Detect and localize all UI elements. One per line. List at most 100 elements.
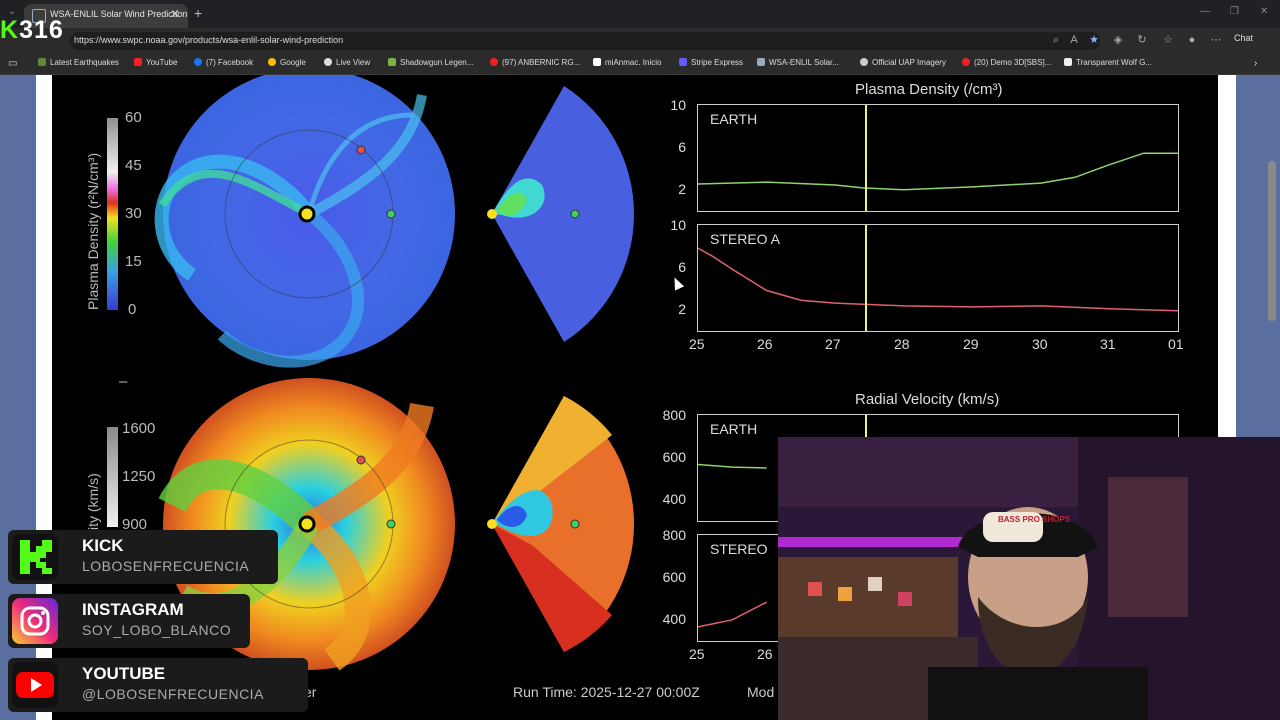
run-time-label: Run Time: 2025-12-27 00:00Z [513, 684, 700, 700]
density-stereo-plot: STEREO A [697, 224, 1179, 332]
bookmark-shadowgun[interactable]: Shadowgun Legen... [388, 58, 473, 67]
refresh-icon[interactable]: ↻ [1134, 32, 1150, 48]
density-cbar-tick: 45 [125, 157, 142, 174]
density-cbar-tick: 0 [128, 301, 137, 318]
earth-marker-velocity-meridional [570, 519, 580, 529]
kick-name: KICK [82, 536, 124, 555]
sun-marker-velocity [298, 515, 316, 533]
cap-logo-text: BASS PRO SHOPS [998, 515, 1071, 524]
bookmark-uap[interactable]: Official UAP Imagery [860, 58, 946, 67]
url-text: https://www.swpc.noaa.gov/products/wsa-e… [74, 35, 344, 45]
bookmarks-overflow-icon[interactable]: › [1254, 58, 1257, 69]
density-colorbar-label: Plasma Density (r²N/cm³) [85, 152, 101, 310]
sun-marker [298, 205, 316, 223]
velocity-ytick: 400 [662, 611, 686, 627]
density-colorbar [107, 118, 118, 310]
density-ytick: 2 [678, 301, 686, 317]
bookmarks-menu-icon[interactable]: ▭ [8, 58, 17, 69]
bookmark-demo-3d[interactable]: (20) Demo 3D[SBS]... [962, 58, 1051, 67]
x-tick: 25 [689, 646, 705, 662]
density-ytick: 2 [678, 181, 686, 197]
density-ytick: 10 [670, 97, 686, 113]
x-tick: 26 [757, 336, 773, 352]
earth-marker-velocity [386, 519, 396, 529]
x-tick: 28 [894, 336, 910, 352]
kick-social-card: KICK LOBOSENFRECUENCIA [8, 530, 278, 584]
favorites-icon[interactable]: ☆ [1160, 32, 1176, 48]
profile-avatar-icon[interactable]: ● [1184, 32, 1200, 48]
instagram-social-card: INSTAGRAM SOY_LOBO_BLANCO [8, 594, 250, 648]
velocity-cbar-tick: 1250 [122, 468, 156, 485]
kick-viewer-count: K316 [0, 16, 64, 44]
kick-logo-icon [12, 534, 58, 580]
density-earth-plot: EARTH [697, 104, 1179, 212]
x-tick: 29 [963, 336, 979, 352]
youtube-logo-icon [12, 662, 58, 708]
copilot-chat-button[interactable]: Chat [1234, 33, 1253, 43]
minimize-icon[interactable]: — [1200, 6, 1210, 17]
close-tab-icon[interactable]: ✕ [170, 7, 180, 21]
velocity-ytick: 400 [662, 491, 686, 507]
bookmark-facebook[interactable]: (7) Facebook [194, 58, 253, 67]
bookmark-transparent-wolf[interactable]: Transparent Wolf G... [1064, 58, 1152, 67]
close-window-icon[interactable]: ✕ [1260, 6, 1268, 17]
earth-marker-meridional [570, 209, 580, 219]
density-ytick: 6 [678, 259, 686, 275]
kick-handle: LOBOSENFRECUENCIA [82, 558, 250, 574]
model-label-cut: Mod [747, 684, 775, 700]
bookmark-wsa-enlil[interactable]: WSA-ENLIL Solar... [757, 58, 839, 67]
page-scrollbar[interactable] [1268, 161, 1276, 321]
stereo-a-label: STEREO A [710, 231, 781, 247]
stereo-a-marker [356, 145, 366, 155]
x-tick: 01 [1168, 336, 1184, 352]
maximize-icon[interactable]: ❐ [1230, 6, 1239, 17]
earth-marker [386, 209, 396, 219]
bookmark-stripe[interactable]: Stripe Express [679, 58, 743, 67]
address-bar: https://www.swpc.noaa.gov/products/wsa-e… [0, 28, 1280, 54]
new-tab-icon[interactable]: + [194, 5, 202, 21]
velocity-ytick: 800 [662, 527, 686, 543]
sun-marker-meridional [487, 209, 497, 219]
x-tick: 27 [825, 336, 841, 352]
zoom-icon[interactable]: ⌕ [1048, 32, 1064, 48]
sun-marker-velocity-meridional [487, 519, 497, 529]
velocity-ytick: 600 [662, 569, 686, 585]
x-tick: 26 [757, 646, 773, 662]
x-tick: 31 [1100, 336, 1116, 352]
velocity-cbar-tick: 1600 [122, 420, 156, 437]
extension-icon[interactable]: ◈ [1110, 32, 1126, 48]
earth-label: EARTH [710, 421, 758, 437]
instagram-logo-icon [12, 598, 58, 644]
read-aloud-icon[interactable]: A [1066, 32, 1082, 48]
velocity-ytick: 600 [662, 449, 686, 465]
bookmark-youtube[interactable]: YouTube [134, 58, 177, 67]
bookmark-live-view[interactable]: Live View [324, 58, 370, 67]
stream-social-overlay: KICK LOBOSENFRECUENCIA INSTAGRAM SOY_LOB… [8, 530, 338, 720]
velocity-chart-title: Radial Velocity (km/s) [855, 391, 1000, 408]
bookmarks-bar: ▭ Latest Earthquakes YouTube (7) Faceboo… [0, 54, 1280, 75]
density-meridional-wedge [492, 86, 635, 342]
density-ytick: 6 [678, 139, 686, 155]
bookmark-google[interactable]: Google [268, 58, 306, 67]
favorite-star-icon[interactable]: ★ [1086, 32, 1102, 48]
density-cbar-tick: 30 [125, 205, 142, 222]
url-field[interactable]: https://www.swpc.noaa.gov/products/wsa-e… [70, 32, 1100, 50]
youtube-social-card: YOUTUBE @LOBOSENFRECUENCIA [8, 658, 308, 712]
velocity-ytick: 800 [662, 407, 686, 423]
bookmark-mianmac[interactable]: miAnmac. Inicio [593, 58, 661, 67]
bookmark-anbernic[interactable]: (97) ANBERNIC RG... [490, 58, 580, 67]
more-menu-icon[interactable]: ⋯ [1208, 32, 1224, 48]
velocity-meridional-wedge [492, 396, 635, 652]
bookmark-earthquakes[interactable]: Latest Earthquakes [38, 58, 119, 67]
tab-title: WSA-ENLIL Solar Wind Prediction [50, 9, 188, 19]
density-cbar-tick: 60 [125, 109, 142, 126]
velocity-colorbar-label: ity (km/s) [85, 473, 101, 530]
webcam-scene [778, 437, 1280, 720]
instagram-name: INSTAGRAM [82, 600, 184, 619]
youtube-handle: @LOBOSENFRECUENCIA [82, 686, 264, 702]
x-tick: 30 [1032, 336, 1048, 352]
streamer-webcam: BASS PRO SHOPS [778, 437, 1280, 720]
velocity-colorbar [107, 427, 118, 527]
stereo-label: STEREO [710, 541, 768, 557]
instagram-handle: SOY_LOBO_BLANCO [82, 622, 232, 638]
